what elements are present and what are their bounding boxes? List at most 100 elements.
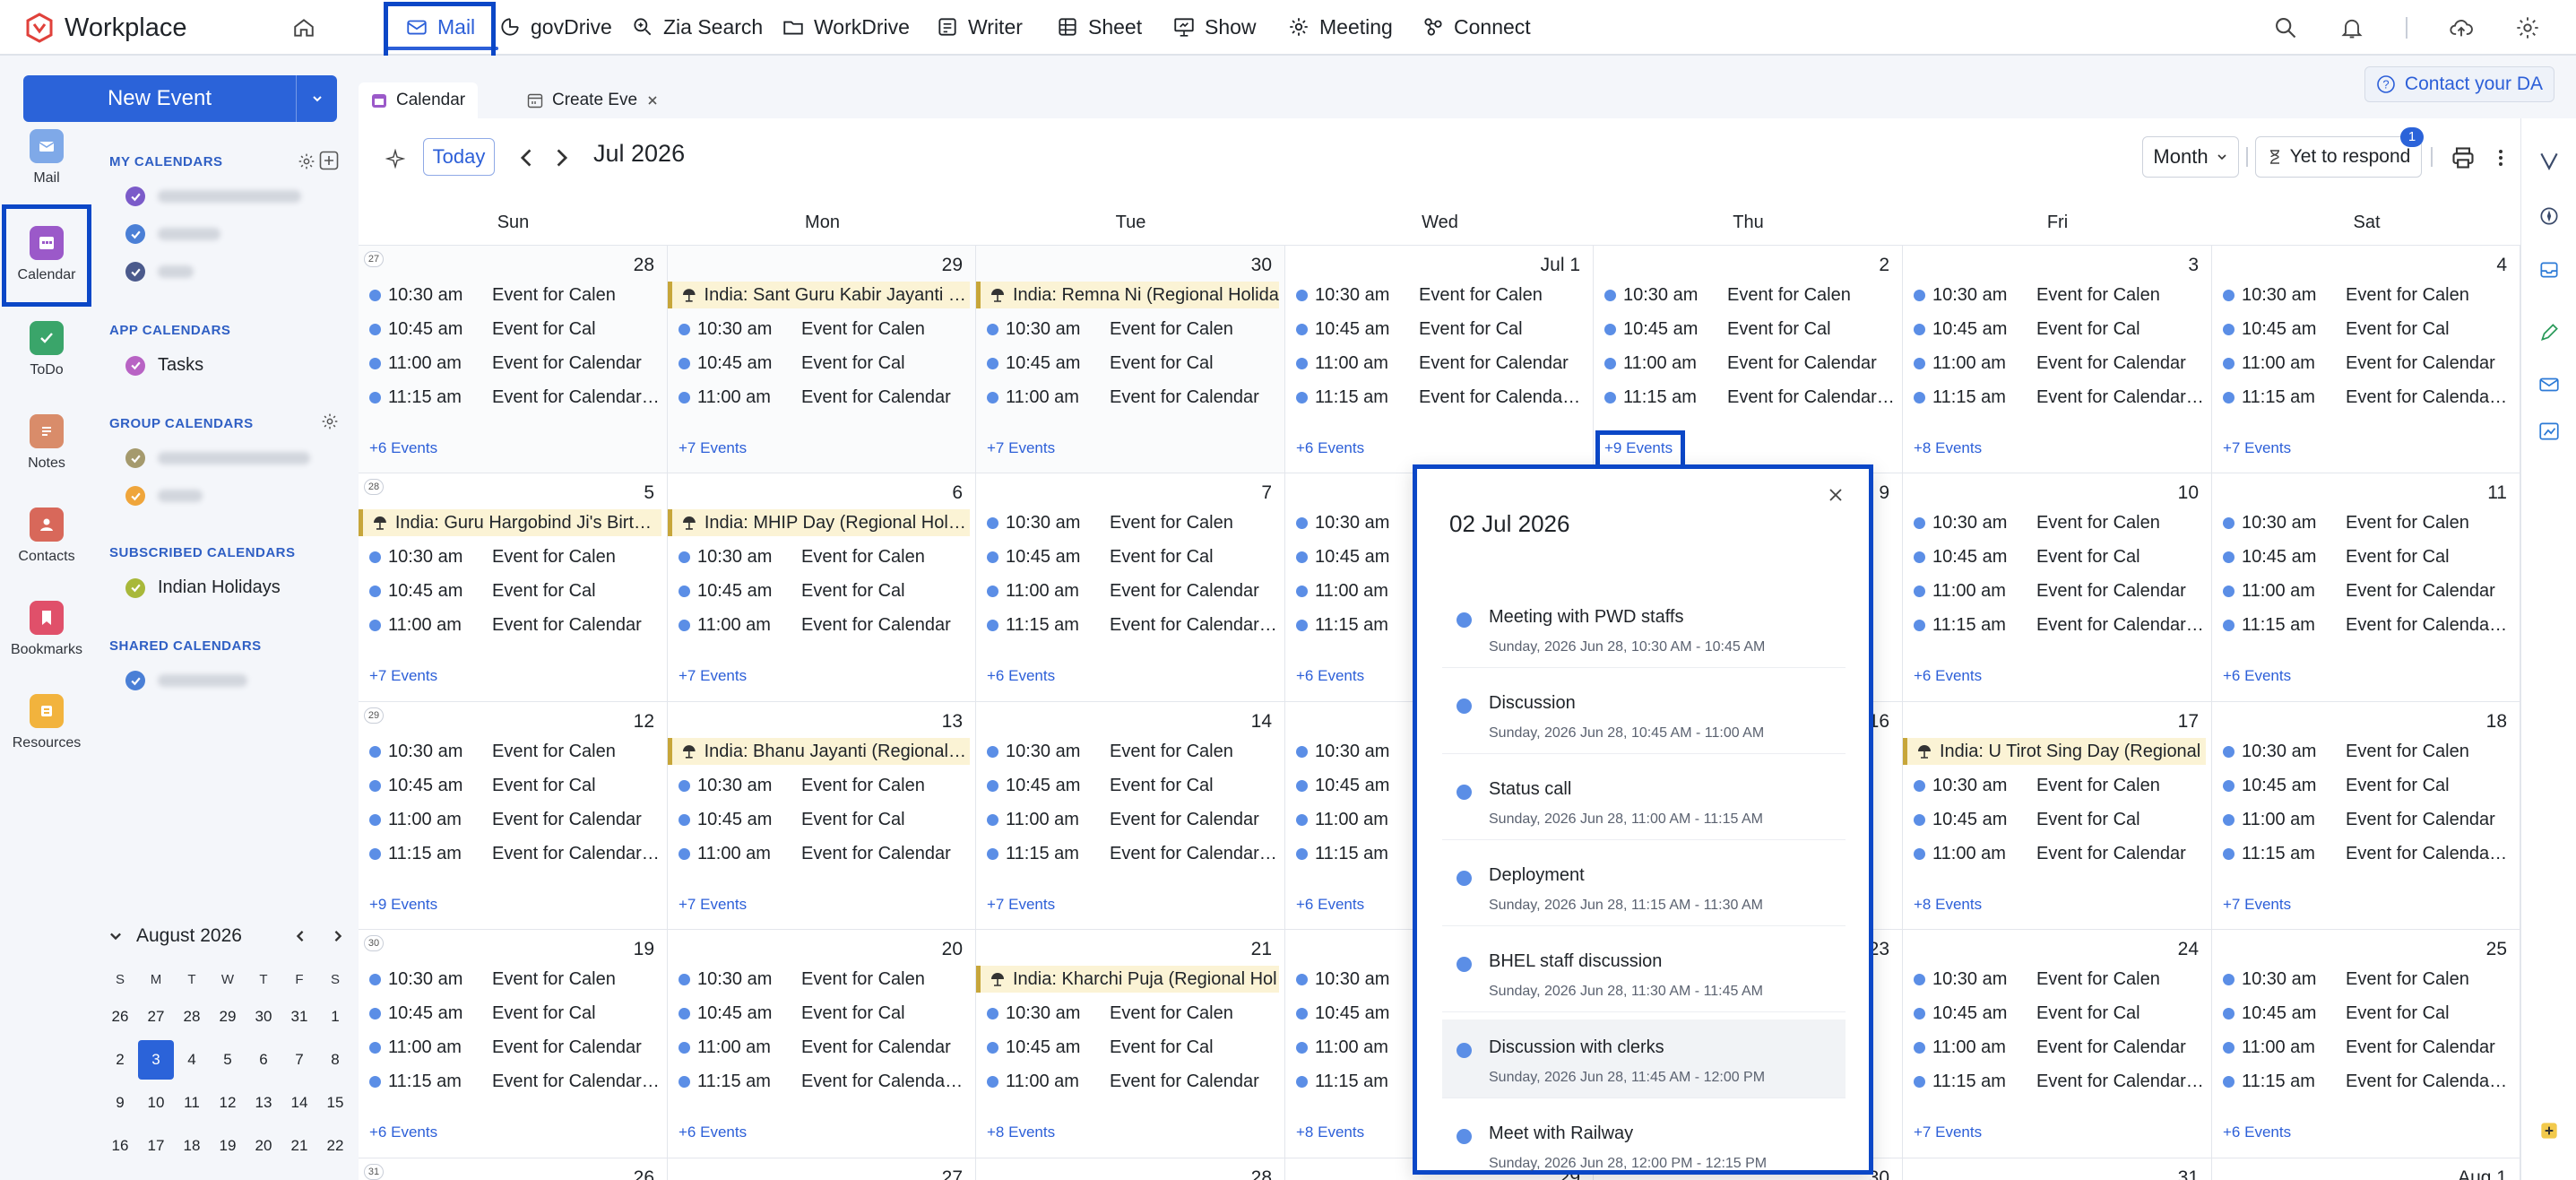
day-cell[interactable]: Jul 1 10:30 am Event for Calen 10:45 am Even… <box>1285 246 1594 473</box>
calendar-event[interactable]: 10:30 am Event for Calen <box>369 966 660 993</box>
group-calendar-item-1[interactable] <box>125 448 310 468</box>
calendar-event[interactable]: 10:30 am Event for Calen <box>1604 282 1895 308</box>
day-cell[interactable]: 6 India: MHIP Day (Regional Holida 10:30 a… <box>668 473 976 702</box>
calendar-event[interactable]: 10:45 am Event for Cal <box>679 350 968 377</box>
calendar-event[interactable]: 11:00 am Event for Calendar <box>1604 350 1895 377</box>
app-tab-writer[interactable]: Writer <box>936 0 1056 54</box>
holiday-event[interactable]: India: Bhanu Jayanti (Regional Ho <box>668 738 970 765</box>
day-cell[interactable]: 25 10:30 am Event for Calen 10:45 am Event f… <box>2212 930 2520 1158</box>
chevron-left-icon[interactable] <box>516 147 538 169</box>
calendar-event[interactable]: 11:00 am Event for Calendar <box>987 577 1277 604</box>
day-number[interactable]: 5 <box>644 482 654 504</box>
mini-day[interactable]: 7 <box>281 1040 317 1080</box>
contact-da-button[interactable]: ? Contact your DA <box>2364 66 2554 102</box>
popover-event-item[interactable]: Discussion with clerks Sunday, 2026 Jun 2… <box>1442 1019 1846 1098</box>
calendar-event[interactable]: 11:00 am Event for Calendar <box>679 840 968 867</box>
more-events-link[interactable]: +6 Events <box>987 667 1055 685</box>
mail-check-icon[interactable] <box>2537 373 2561 396</box>
day-cell[interactable]: 21 India: Kharchi Puja (Regional Hol 10:30… <box>976 930 1285 1158</box>
calendar-event[interactable]: 11:00 am Event for Calendar <box>1914 577 2204 604</box>
my-calendar-item-2[interactable] <box>125 224 220 244</box>
day-number[interactable]: 30 <box>1251 255 1272 276</box>
mini-day[interactable]: 26 <box>102 997 138 1037</box>
sparkle-icon[interactable] <box>385 149 405 169</box>
mini-day[interactable]: 20 <box>246 1126 281 1166</box>
mini-day[interactable]: 31 <box>281 997 317 1037</box>
app-tab-sheet[interactable]: Sheet <box>1056 0 1172 54</box>
more-events-link[interactable]: +8 Events <box>1914 896 1982 914</box>
calendar-event[interactable]: 11:00 am Event for Calendar <box>1296 350 1586 377</box>
mini-day[interactable]: 5 <box>210 1040 246 1080</box>
day-cell[interactable]: 24 10:30 am Event for Calen 10:45 am Event f… <box>1903 930 2212 1158</box>
inbox-icon[interactable] <box>2537 258 2561 282</box>
calendar-event[interactable]: 10:30 am Event for Calen <box>987 316 1277 343</box>
calendar-event[interactable]: 11:00 am Event for Calendar <box>1914 840 2204 867</box>
calendar-event[interactable]: 11:15 am Event for Calendar fr... <box>1914 384 2204 411</box>
more-events-link[interactable]: +6 Events <box>1296 896 1364 914</box>
my-calendar-item-3[interactable] <box>125 262 194 282</box>
more-events-link[interactable]: +7 Events <box>2223 896 2291 914</box>
day-number[interactable]: 14 <box>1251 711 1272 733</box>
day-number[interactable]: 26 <box>634 1167 654 1180</box>
new-event-dropdown[interactable] <box>296 75 337 122</box>
day-number[interactable]: Jul 1 <box>1541 255 1580 276</box>
checkbox-checked-icon[interactable] <box>125 187 145 206</box>
calendar-event[interactable]: 10:30 am Event for Calen <box>679 316 968 343</box>
calendar-event[interactable]: 11:15 am Event for Calendar fr... <box>987 612 1277 638</box>
app-tab-mail[interactable]: Mail <box>384 0 498 54</box>
calendar-event[interactable]: 11:15 am Event for Calendar fr... <box>1296 384 1586 411</box>
calendar-event[interactable]: 11:00 am Event for Calendar <box>987 384 1277 411</box>
mini-day[interactable]: 18 <box>174 1126 210 1166</box>
day-cell[interactable]: 27 28 10:30 am Event for Calen 10:45 am Event… <box>359 246 668 473</box>
day-cell[interactable]: 28 <box>976 1158 1285 1180</box>
day-cell[interactable]: 28 5 India: Guru Hargobind Ji's Birthda 10:… <box>359 473 668 702</box>
calendar-event[interactable]: 10:45 am Event for Cal <box>1914 806 2204 833</box>
rail-item-todo[interactable]: ToDo <box>0 321 93 378</box>
mini-day[interactable]: 11 <box>174 1083 210 1123</box>
view-selector[interactable]: Month <box>2142 136 2239 178</box>
rail-item-calendar[interactable]: Calendar <box>0 226 93 283</box>
calendar-event[interactable]: 10:45 am Event for Cal <box>2223 316 2512 343</box>
day-number[interactable]: 2 <box>1879 255 1889 276</box>
calendar-event[interactable]: 11:15 am Event for Calendar fr... <box>2223 840 2512 867</box>
holiday-event[interactable]: India: MHIP Day (Regional Holida <box>668 509 970 536</box>
day-number[interactable]: 20 <box>942 939 963 960</box>
mini-day[interactable]: 4 <box>174 1040 210 1080</box>
calendar-event[interactable]: 11:15 am Event for Calendar fr... <box>2223 384 2512 411</box>
week-number-badge[interactable]: 29 <box>364 707 384 724</box>
add-calendar-icon[interactable] <box>319 151 339 170</box>
day-number[interactable]: 19 <box>634 939 654 960</box>
holiday-event[interactable]: India: Kharchi Puja (Regional Hol <box>976 966 1279 993</box>
calendar-event[interactable]: 10:30 am Event for Calen <box>2223 282 2512 308</box>
app-tab-workdrive[interactable]: WorkDrive <box>782 0 936 54</box>
calendar-event[interactable]: 10:30 am Event for Calen <box>369 738 660 765</box>
calendar-event[interactable]: 11:00 am Event for Calendar <box>2223 1034 2512 1061</box>
calendar-event[interactable]: 10:30 am Event for Calen <box>987 1000 1277 1027</box>
calendar-event[interactable]: 11:15 am Event for Calendar fr... <box>1604 384 1895 411</box>
cloud-upload-icon[interactable] <box>2449 15 2474 40</box>
holiday-event[interactable]: India: Sant Guru Kabir Jayanti (Re <box>668 282 970 308</box>
checkbox-checked-icon[interactable] <box>125 224 145 244</box>
rail-item-contacts[interactable]: Contacts <box>0 508 93 565</box>
mini-day[interactable]: 12 <box>210 1083 246 1123</box>
calendar-event[interactable]: 10:45 am Event for Cal <box>987 772 1277 799</box>
calendar-event[interactable]: 11:00 am Event for Calendar <box>369 350 660 377</box>
calendar-event[interactable]: 10:45 am Event for Cal <box>2223 772 2512 799</box>
day-cell[interactable]: 27 <box>668 1158 976 1180</box>
calendar-event[interactable]: 11:00 am Event for Calendar <box>2223 806 2512 833</box>
day-number[interactable]: 28 <box>1251 1167 1272 1180</box>
calendar-event[interactable]: 11:15 am Event for Calendar fr... <box>2223 1068 2512 1095</box>
day-number[interactable]: 4 <box>2496 255 2507 276</box>
chevron-left-icon[interactable] <box>292 928 308 944</box>
day-number[interactable]: 7 <box>1261 482 1272 504</box>
more-events-link[interactable]: +7 Events <box>987 439 1055 457</box>
calendar-event[interactable]: 10:45 am Event for Cal <box>679 1000 968 1027</box>
calendar-event[interactable]: 11:00 am Event for Calendar <box>679 612 968 638</box>
mini-day[interactable]: 6 <box>246 1040 281 1080</box>
day-number[interactable]: 29 <box>942 255 963 276</box>
more-events-link[interactable]: +6 Events <box>369 439 437 457</box>
mini-day[interactable]: 16 <box>102 1126 138 1166</box>
day-number[interactable]: 27 <box>942 1167 963 1180</box>
mini-day[interactable]: 10 <box>138 1083 174 1123</box>
more-events-link[interactable]: +9 Events <box>369 896 437 914</box>
